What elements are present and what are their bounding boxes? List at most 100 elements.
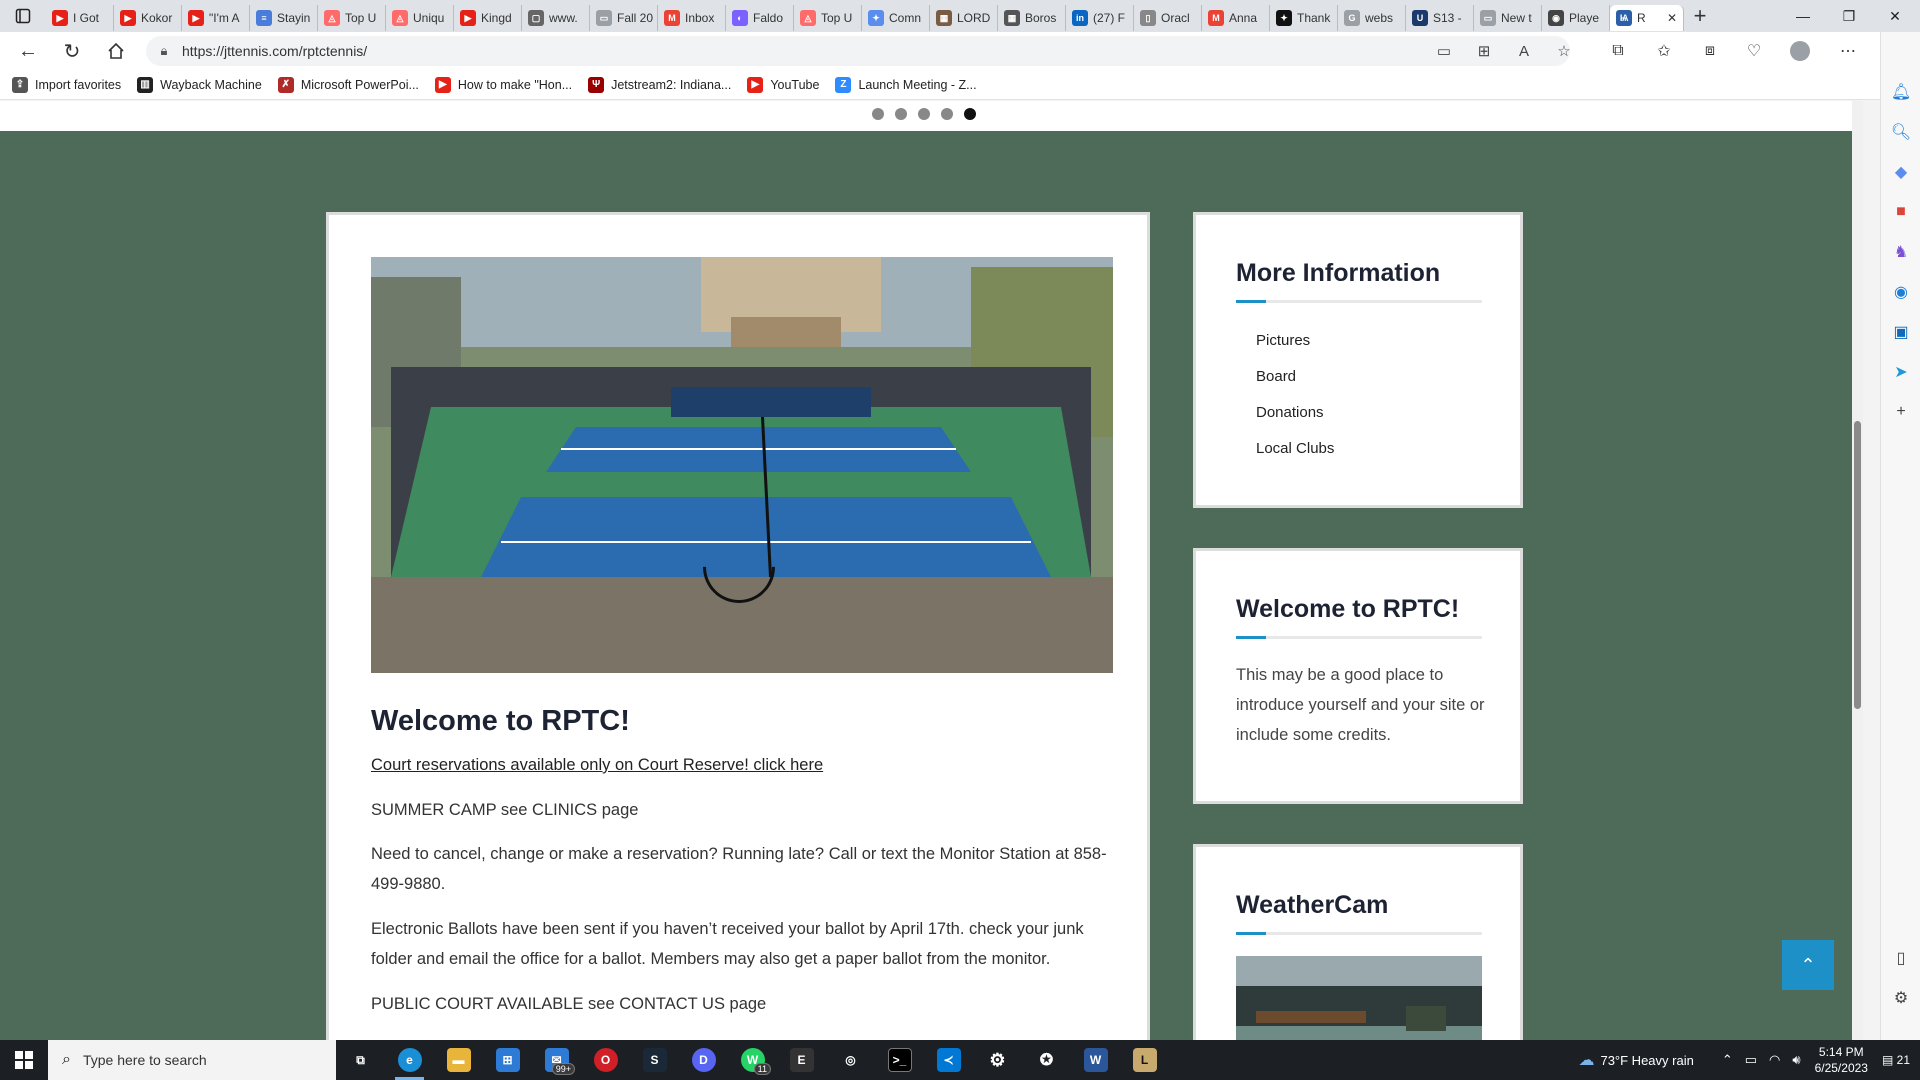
read-aloud-icon[interactable]: A (1512, 39, 1536, 63)
browser-tab[interactable]: Ѩ R ✕ (1610, 5, 1684, 31)
browser-tab[interactable]: M Anna (1202, 5, 1270, 31)
add-sidebar-app-icon[interactable]: + (1881, 394, 1920, 430)
steam-app[interactable]: S (630, 1040, 679, 1080)
browser-tab[interactable]: ▶ I Got (46, 5, 114, 31)
terminal-app[interactable]: >_ (875, 1040, 924, 1080)
drop-send-icon[interactable]: ➤ (1881, 354, 1920, 390)
browser-tab[interactable]: ▦ Boros (998, 5, 1066, 31)
favorite-item[interactable]: ▶ YouTube (747, 76, 819, 93)
epic-games-app[interactable]: E (777, 1040, 826, 1080)
scroll-to-top-button[interactable]: ⌃ (1782, 940, 1834, 990)
search-icon[interactable]: 🔍︎ (1881, 114, 1920, 150)
browser-essentials-icon[interactable]: ♡ (1740, 39, 1768, 63)
sidebar-settings-icon[interactable]: ⚙ (1881, 980, 1920, 1016)
browser-tab[interactable]: ◬ Top U (794, 5, 862, 31)
system-clock[interactable]: 5:14 PM 6/25/2023 (1815, 1044, 1868, 1076)
court-reservation-link[interactable]: Court reservations available only on Cou… (371, 750, 1113, 780)
favorite-item[interactable]: Ψ Jetstream2: Indiana... (588, 76, 731, 93)
immersive-reader-icon[interactable]: ▭ (1432, 39, 1456, 63)
minimize-button[interactable]: — (1780, 0, 1826, 32)
shopping-tag-icon[interactable]: ◆ (1881, 154, 1920, 190)
browser-tab[interactable]: in (27) F (1066, 5, 1134, 31)
home-button[interactable] (94, 32, 138, 70)
favorite-item[interactable]: ⇪ Import favorites (12, 76, 121, 93)
slider-dot[interactable] (964, 108, 976, 120)
browser-tab[interactable]: M Inbox (658, 5, 726, 31)
notifications-bell-icon[interactable]: 🔔︎ (1881, 74, 1920, 110)
settings-app[interactable]: ⚙ (973, 1040, 1022, 1080)
tab-actions-button[interactable] (0, 0, 46, 32)
file-explorer-app[interactable]: ▬ (434, 1040, 483, 1080)
close-tab-icon[interactable]: ✕ (1667, 11, 1677, 25)
taskbar-search-box[interactable]: ⌕ Type here to search (48, 1040, 336, 1080)
browser-tab[interactable]: ▦ LORD (930, 5, 998, 31)
browser-tab[interactable]: ◐ Faldo (726, 5, 794, 31)
network-device-icon[interactable]: ▭ (1745, 1052, 1757, 1068)
slider-dot[interactable] (918, 108, 930, 120)
outlook-icon[interactable]: ▣ (1881, 314, 1920, 350)
microsoft-365-icon[interactable]: ◉ (1881, 274, 1920, 310)
store-app[interactable]: ⊞ (483, 1040, 532, 1080)
browser-tab[interactable]: ▭ Fall 20 (590, 5, 658, 31)
tools-briefcase-icon[interactable]: ■ (1881, 194, 1920, 230)
app-available-icon[interactable]: ⊞ (1472, 39, 1496, 63)
browser-tab[interactable]: ✦ Thank (1270, 5, 1338, 31)
games-icon[interactable]: ♞ (1881, 234, 1920, 270)
weather-text[interactable]: 73°F Heavy rain (1600, 1053, 1693, 1068)
wifi-icon[interactable]: ◠ (1769, 1052, 1780, 1068)
slider-dot[interactable] (895, 108, 907, 120)
slider-dot[interactable] (941, 108, 953, 120)
browser-tab[interactable]: ▶ "I'm A (182, 5, 250, 31)
whatsapp-app[interactable]: W 11 (728, 1040, 777, 1080)
browser-tab[interactable]: ◉ Playe (1542, 5, 1610, 31)
slider-dot[interactable] (872, 108, 884, 120)
steam-overlay-app[interactable]: ✪ (1022, 1040, 1071, 1080)
browser-tab[interactable]: ▶ Kokor (114, 5, 182, 31)
favorite-item[interactable]: ▥ Wayback Machine (137, 76, 262, 93)
controller-app[interactable]: ◎ (826, 1040, 875, 1080)
settings-more-icon[interactable]: ⋯ (1834, 39, 1862, 63)
browser-tab[interactable]: ▯ Oracl (1134, 5, 1202, 31)
opera-app[interactable]: O (581, 1040, 630, 1080)
collections-icon[interactable]: ⧈ (1696, 39, 1724, 63)
volume-icon[interactable]: 🔊︎ (1792, 1052, 1800, 1068)
browser-tab[interactable]: ≡ Stayin (250, 5, 318, 31)
favorite-item[interactable]: ✗ Microsoft PowerPoi... (277, 76, 419, 93)
notification-center-button[interactable]: ▤ 21 (1882, 1053, 1910, 1067)
vscode-app[interactable]: ≺ (924, 1040, 973, 1080)
browser-tab[interactable]: Gwebs (1338, 5, 1406, 31)
favorites-icon[interactable]: ✩ (1650, 39, 1678, 63)
start-button[interactable] (0, 1040, 48, 1080)
browser-tab[interactable]: ▶ Kingd (454, 5, 522, 31)
close-window-button[interactable]: ✕ (1872, 0, 1918, 32)
browser-tab[interactable]: ◬ Top U (318, 5, 386, 31)
mail-app[interactable]: ✉ 99+ (532, 1040, 581, 1080)
browser-tab[interactable]: ▢ www. (522, 5, 590, 31)
browser-tab[interactable]: ◬ Uniqu (386, 5, 454, 31)
back-button[interactable]: ← (6, 32, 50, 70)
sidebar-link-local-clubs[interactable]: Local Clubs (1256, 440, 1334, 457)
page-scrollbar[interactable] (1852, 101, 1863, 1040)
scrollbar-thumb[interactable] (1854, 421, 1861, 709)
favorite-star-icon[interactable]: ☆ (1552, 39, 1576, 63)
extensions-icon[interactable]: ⧉ (1604, 39, 1632, 63)
weather-rain-icon[interactable]: ☁ (1578, 1050, 1594, 1070)
chevron-up-icon[interactable]: ⌃ (1722, 1052, 1733, 1068)
browser-tab[interactable]: U S13 - (1406, 5, 1474, 31)
refresh-button[interactable]: ↻ (50, 32, 94, 70)
favorite-item[interactable]: ▶ How to make "Hon... (434, 76, 572, 93)
browser-tab[interactable]: ▭ New t (1474, 5, 1542, 31)
sidebar-link-board[interactable]: Board (1256, 368, 1296, 385)
discord-app[interactable]: D (679, 1040, 728, 1080)
restore-button[interactable]: ❐ (1826, 0, 1872, 32)
new-tab-button[interactable]: + (1684, 0, 1716, 32)
favorite-item[interactable]: Z Launch Meeting - Z... (835, 76, 977, 93)
sidebar-link-pictures[interactable]: Pictures (1256, 332, 1310, 349)
profile-avatar-icon[interactable] (1786, 39, 1814, 63)
split-screen-icon[interactable]: ▯ (1881, 940, 1920, 976)
task-view-button[interactable]: ⧉ (336, 1040, 385, 1080)
word-app[interactable]: W (1071, 1040, 1120, 1080)
browser-tab[interactable]: ✦ Comn (862, 5, 930, 31)
sidebar-link-donations[interactable]: Donations (1256, 404, 1324, 421)
edge-taskbar-app[interactable]: e (385, 1040, 434, 1080)
